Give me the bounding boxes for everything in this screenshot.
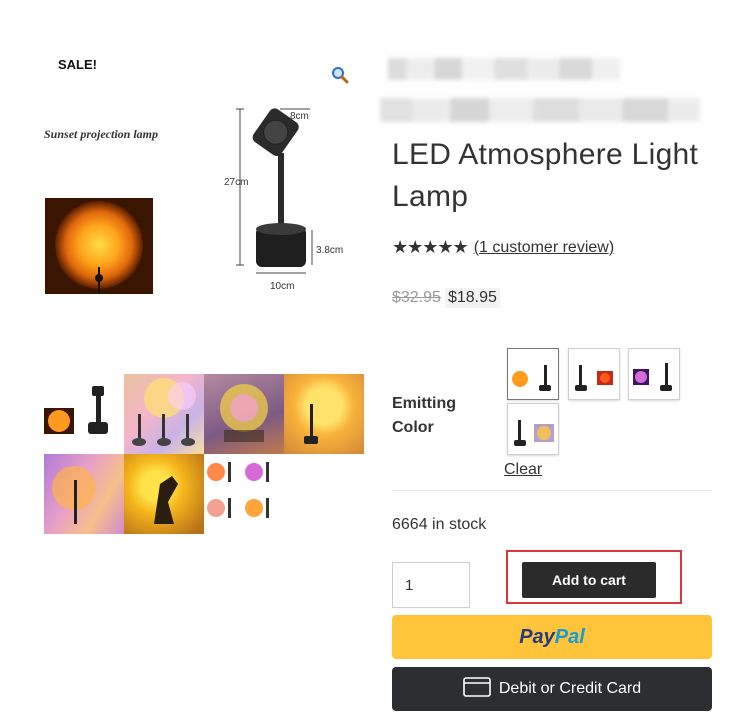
price-original: $32.95	[392, 289, 441, 306]
reviews-link[interactable]: (1 customer review)	[474, 239, 614, 257]
card-payment-button[interactable]: Debit or Credit Card	[392, 667, 712, 711]
thumbnail-2[interactable]	[124, 374, 204, 454]
thumbnail-7[interactable]	[204, 454, 284, 534]
dim-width: 8cm	[290, 111, 309, 122]
product-rating: ★★★★★ (1 customer review)	[392, 237, 614, 258]
paypal-button[interactable]: Pay Pal	[392, 615, 712, 659]
swatch-orange[interactable]	[507, 348, 559, 400]
thumbnail-gallery	[44, 374, 366, 536]
thumbnail-5[interactable]	[44, 454, 124, 534]
dim-height: 27cm	[224, 177, 248, 188]
add-to-cart-button[interactable]: Add to cart	[522, 562, 656, 598]
thumbnail-1[interactable]	[44, 374, 124, 454]
card-payment-label: Debit or Credit Card	[498, 680, 642, 697]
variation-label: Emitting Color	[392, 395, 456, 436]
sale-badge: SALE!	[58, 57, 97, 72]
clear-selection-link[interactable]: Clear	[504, 461, 542, 479]
swatch-purple[interactable]	[628, 348, 680, 400]
swatch-pink[interactable]	[507, 403, 559, 455]
magnifier-icon[interactable]	[331, 66, 349, 89]
star-icon: ★★★★★	[392, 237, 469, 257]
thumbnail-4[interactable]	[284, 374, 364, 454]
image-caption: Sunset projection lamp	[44, 127, 158, 141]
blurred-breadcrumb	[388, 58, 620, 80]
blurred-subtitle	[380, 98, 700, 122]
product-price: $32.95 $18.95	[392, 288, 500, 308]
credit-card-icon	[463, 676, 491, 703]
thumbnail-3[interactable]	[204, 374, 284, 454]
quantity-input[interactable]: 1	[392, 562, 470, 608]
dim-base-height: 3.8cm	[316, 245, 343, 256]
product-title: LED Atmosphere Light Lamp	[392, 138, 699, 213]
price-sale: $18.95	[444, 288, 500, 308]
main-product-image[interactable]: Sunset projection lamp 27cm 8cm 3.8cm 10…	[44, 95, 366, 315]
stock-status: 6664 in stock	[392, 516, 487, 533]
dim-base-width: 10cm	[270, 281, 294, 292]
thumbnail-6[interactable]	[124, 454, 204, 534]
paypal-logo-part2: Pal	[554, 625, 585, 648]
divider	[392, 490, 712, 491]
paypal-logo-part1: Pay	[519, 625, 555, 648]
swatch-red[interactable]	[568, 348, 620, 400]
